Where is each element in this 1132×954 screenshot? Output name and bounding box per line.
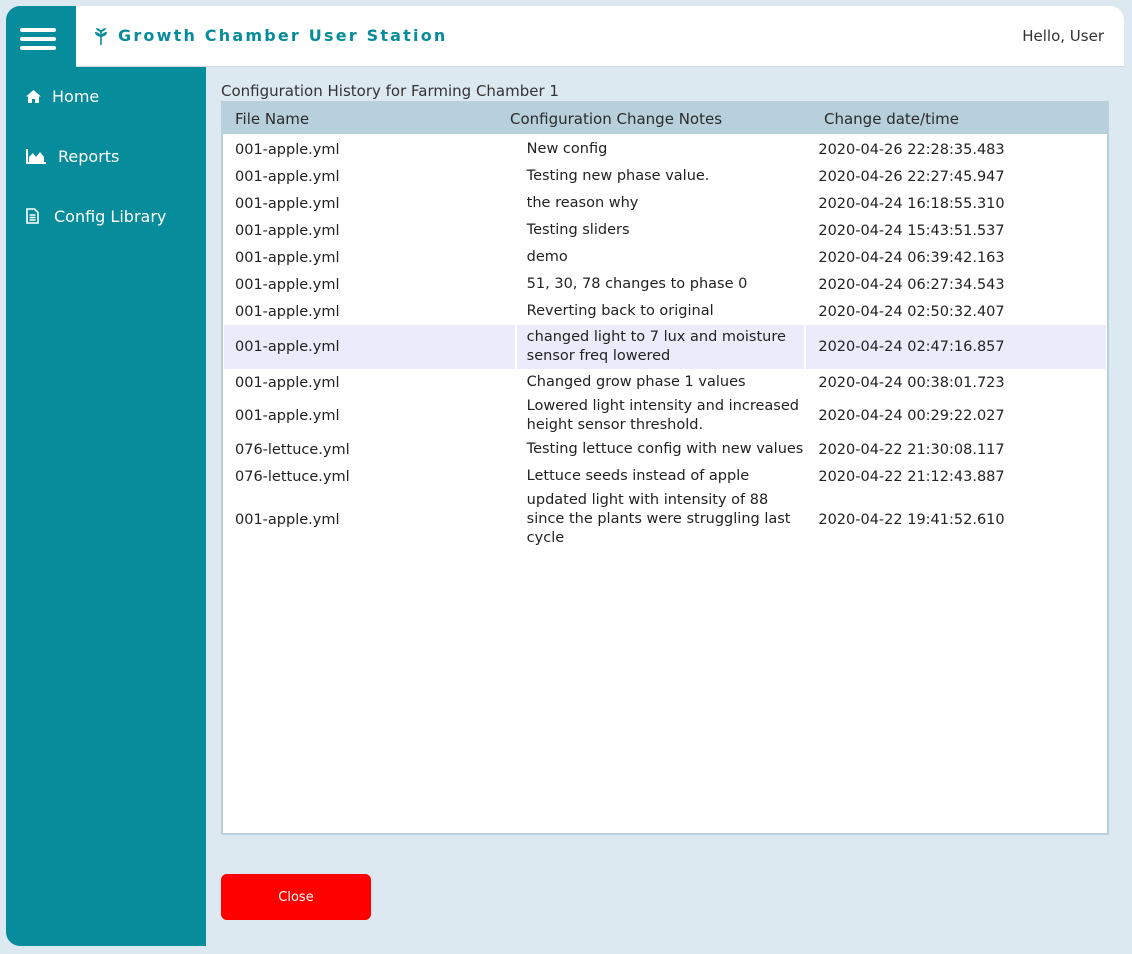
cell-datetime: 2020-04-24 06:27:34.543 xyxy=(818,276,1005,293)
column-header-datetime: Change date/time xyxy=(824,109,959,128)
table-row[interactable]: 001-apple.yml 51, 30, 78 changes to phas… xyxy=(224,271,1106,298)
table-row[interactable]: 001-apple.yml Testing sliders 2020-04-24… xyxy=(224,217,1106,244)
cell-notes: changed light to 7 lux and moisture sens… xyxy=(517,325,807,369)
sidebar-item-label: Config Library xyxy=(54,206,167,226)
cell-datetime: 2020-04-26 22:27:45.947 xyxy=(818,168,1005,185)
cell-notes: updated light with intensity of 88 since… xyxy=(526,492,791,546)
cell-notes: demo xyxy=(526,249,568,265)
cell-file-name: 001-apple.yml xyxy=(235,168,340,185)
hamburger-menu-icon[interactable] xyxy=(20,25,60,53)
cell-notes: Reverting back to original xyxy=(526,303,714,319)
table-row[interactable]: 001-apple.yml Testing new phase value. 2… xyxy=(224,163,1106,190)
cell-notes: New config xyxy=(526,141,608,157)
app-window: Home Reports Config Library Growth Chamb… xyxy=(6,6,1124,946)
area-chart-icon xyxy=(26,148,58,164)
cell-file-name: 001-apple.yml xyxy=(235,408,340,424)
table-body: 001-apple.yml New config 2020-04-26 22:2… xyxy=(223,134,1107,549)
cell-notes: 51, 30, 78 changes to phase 0 xyxy=(526,276,748,292)
cell-notes: Changed grow phase 1 values xyxy=(526,374,746,390)
table-row[interactable]: 076-lettuce.yml Testing lettuce config w… xyxy=(224,436,1106,463)
column-header-notes: Configuration Change Notes xyxy=(510,109,723,128)
cell-datetime: 2020-04-24 02:50:32.407 xyxy=(818,303,1005,320)
sidebar-nav: Home Reports Config Library xyxy=(6,84,206,264)
app-title: Growth Chamber User Station xyxy=(118,26,448,45)
cell-file-name: 001-apple.yml xyxy=(235,141,340,158)
table-row[interactable]: 001-apple.yml demo 2020-04-24 06:39:42.1… xyxy=(224,244,1106,271)
cell-file-name: 001-apple.yml xyxy=(235,276,340,293)
cell-notes: Testing lettuce config with new values xyxy=(526,441,804,457)
cell-notes: Testing sliders xyxy=(526,222,630,238)
cell-file-name: 001-apple.yml xyxy=(235,374,340,391)
page-title: Configuration History for Farming Chambe… xyxy=(221,82,559,100)
cell-file-name: 001-apple.yml xyxy=(235,195,340,212)
sidebar-item-config-library[interactable]: Config Library xyxy=(6,204,206,228)
cell-notes: the reason why xyxy=(526,195,639,211)
home-icon xyxy=(26,89,52,103)
table-row[interactable]: 001-apple.yml New config 2020-04-26 22:2… xyxy=(224,136,1106,163)
cell-file-name: 001-apple.yml xyxy=(235,511,340,528)
cell-datetime: 2020-04-24 02:47:16.857 xyxy=(818,339,1005,355)
top-header: Growth Chamber User Station Hello, User xyxy=(76,6,1124,67)
sidebar-item-label: Home xyxy=(52,86,100,106)
cell-file-name: 001-apple.yml xyxy=(235,222,340,239)
cell-datetime: 2020-04-22 19:41:52.610 xyxy=(818,511,1005,528)
table-row[interactable]: 001-apple.yml Reverting back to original… xyxy=(224,298,1106,325)
cell-file-name: 001-apple.yml xyxy=(235,303,340,320)
sidebar-item-label: Reports xyxy=(58,146,120,166)
column-header-file-name: File Name xyxy=(235,109,310,128)
sidebar: Home Reports Config Library xyxy=(6,6,206,946)
cell-datetime: 2020-04-22 21:12:43.887 xyxy=(818,468,1005,485)
cell-file-name: 076-lettuce.yml xyxy=(235,441,350,458)
sidebar-item-home[interactable]: Home xyxy=(6,84,206,108)
cell-datetime: 2020-04-24 00:29:22.027 xyxy=(818,408,1005,424)
table-row[interactable]: 001-apple.yml Changed grow phase 1 value… xyxy=(224,369,1106,396)
cell-datetime: 2020-04-24 00:38:01.723 xyxy=(818,374,1005,391)
cell-datetime: 2020-04-24 06:39:42.163 xyxy=(818,249,1005,266)
cell-notes: Testing new phase value. xyxy=(526,168,710,184)
plant-leaf-icon xyxy=(94,27,108,45)
cell-file-name: 001-apple.yml xyxy=(224,325,517,369)
cell-datetime: 2020-04-26 22:28:35.483 xyxy=(818,141,1005,158)
app-brand: Growth Chamber User Station xyxy=(94,26,448,45)
main-content: Configuration History for Farming Chambe… xyxy=(221,80,1109,835)
cell-file-name: 076-lettuce.yml xyxy=(235,468,350,485)
table-row[interactable]: 001-apple.yml Lowered light intensity an… xyxy=(224,396,1106,436)
table-header: File Name Configuration Change Notes Cha… xyxy=(223,103,1107,134)
close-button[interactable]: Close xyxy=(221,874,371,920)
user-greeting: Hello, User xyxy=(1022,27,1104,45)
cell-notes: Lettuce seeds instead of apple xyxy=(526,468,750,484)
document-icon xyxy=(26,208,54,224)
table-row[interactable]: 076-lettuce.yml Lettuce seeds instead of… xyxy=(224,463,1106,490)
config-history-table: File Name Configuration Change Notes Cha… xyxy=(221,101,1109,835)
cell-file-name: 001-apple.yml xyxy=(235,249,340,266)
table-row[interactable]: 001-apple.yml the reason why 2020-04-24 … xyxy=(224,190,1106,217)
cell-datetime: 2020-04-24 16:18:55.310 xyxy=(818,195,1005,212)
cell-datetime: 2020-04-22 21:30:08.117 xyxy=(818,441,1005,458)
cell-datetime: 2020-04-24 15:43:51.537 xyxy=(818,222,1005,239)
table-row[interactable]: 001-apple.yml updated light with intensi… xyxy=(224,490,1106,549)
cell-notes: Lowered light intensity and increased he… xyxy=(526,398,799,433)
sidebar-item-reports[interactable]: Reports xyxy=(6,144,206,168)
table-row-selected[interactable]: 001-apple.yml changed light to 7 lux and… xyxy=(224,325,1106,369)
